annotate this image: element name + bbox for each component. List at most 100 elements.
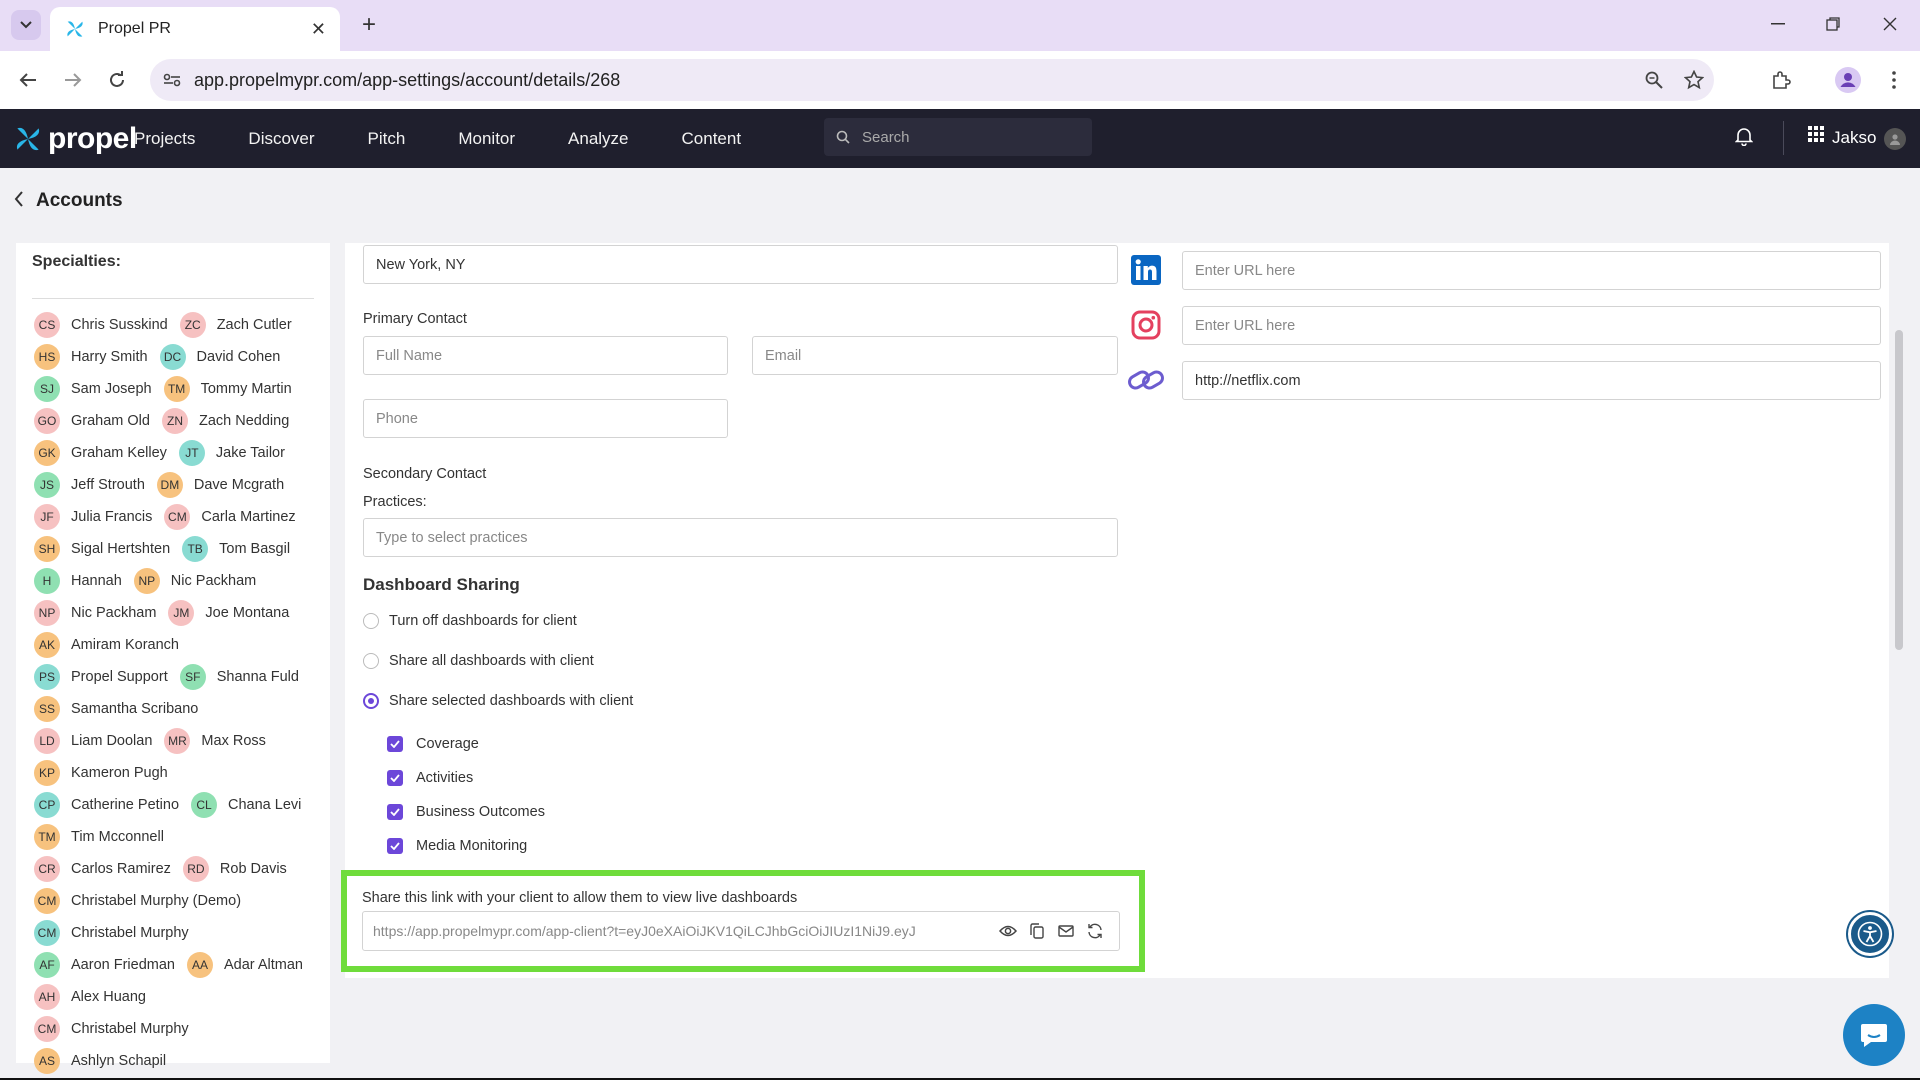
checkbox-media-monitoring[interactable]: Media Monitoring	[387, 838, 527, 854]
nav-content[interactable]: Content	[682, 123, 742, 155]
team-member[interactable]: AF Aaron Friedman	[34, 952, 175, 978]
team-member[interactable]: JT Jake Tailor	[178, 440, 285, 466]
nav-analyze[interactable]: Analyze	[568, 123, 628, 155]
minimize-icon[interactable]	[1758, 8, 1798, 40]
team-member[interactable]: HS Harry Smith	[34, 344, 148, 370]
checkbox-coverage[interactable]: Coverage	[387, 736, 479, 752]
app-search-input[interactable]: Search	[824, 118, 1092, 156]
radio-share-all-dashboards[interactable]: Share all dashboards with client	[363, 653, 594, 669]
team-member[interactable]: MR Max Ross	[164, 728, 266, 754]
team-member[interactable]: DC David Cohen	[159, 344, 280, 370]
team-member[interactable]: TM Tim Mcconnell	[34, 824, 164, 850]
team-member[interactable]: KP Kameron Pugh	[34, 760, 168, 786]
instagram-url-field[interactable]: Enter URL here	[1182, 306, 1881, 345]
propel-logo[interactable]: propel	[12, 122, 137, 156]
back-chevron-icon[interactable]	[14, 190, 24, 212]
team-member[interactable]: AS Ashlyn Schapil	[34, 1048, 166, 1074]
browser-menu-icon[interactable]	[1878, 64, 1910, 96]
checkbox-checked[interactable]	[387, 838, 403, 854]
website-url-field[interactable]: http://netflix.com	[1182, 361, 1881, 400]
team-member[interactable]: CM Christabel Murphy	[34, 1016, 189, 1042]
checkbox-checked[interactable]	[387, 804, 403, 820]
team-member[interactable]: TM Tommy Martin	[163, 376, 292, 402]
checkbox-business-outcomes[interactable]: Business Outcomes	[387, 804, 545, 820]
team-member[interactable]: NP Nic Packham	[133, 568, 256, 594]
checkbox-activities[interactable]: Activities	[387, 770, 473, 786]
bookmark-star-icon[interactable]	[1674, 70, 1714, 90]
team-member[interactable]: CS Chris Susskind	[34, 312, 168, 338]
site-info-icon[interactable]	[150, 73, 194, 87]
radio-turn-off-dashboards[interactable]: Turn off dashboards for client	[363, 613, 577, 629]
new-tab-button[interactable]: +	[354, 10, 384, 40]
radio-button[interactable]	[363, 613, 379, 629]
team-member[interactable]: CM Christabel Murphy	[34, 920, 189, 946]
scrollbar[interactable]	[1895, 330, 1903, 650]
linkedin-url-field[interactable]: Enter URL here	[1182, 251, 1881, 290]
zoom-icon[interactable]	[1634, 71, 1674, 89]
reload-icon[interactable]	[101, 64, 133, 96]
team-member[interactable]: RD Rob Davis	[182, 856, 287, 882]
nav-projects[interactable]: Projects	[134, 123, 195, 155]
team-member[interactable]: CR Carlos Ramirez	[34, 856, 171, 882]
preview-eye-icon[interactable]	[993, 916, 1022, 946]
team-member[interactable]: JS Jeff Strouth	[34, 472, 145, 498]
accessibility-button[interactable]	[1848, 912, 1892, 956]
browser-tab[interactable]: Propel PR ✕	[50, 7, 340, 51]
nav-pitch[interactable]: Pitch	[368, 123, 406, 155]
team-member[interactable]: GO Graham Old	[34, 408, 150, 434]
profile-icon[interactable]	[1832, 64, 1864, 96]
team-member[interactable]: CL Chana Levi	[191, 792, 301, 818]
email-icon[interactable]	[1051, 916, 1080, 946]
tab-search-button[interactable]	[11, 10, 41, 40]
user-avatar-icon[interactable]	[1884, 128, 1906, 150]
team-member[interactable]: JF Julia Francis	[34, 504, 152, 530]
back-arrow-icon[interactable]	[12, 64, 44, 96]
user-name[interactable]: Jakso	[1832, 128, 1876, 148]
restore-icon[interactable]	[1813, 8, 1853, 40]
refresh-icon[interactable]	[1080, 916, 1109, 946]
team-member[interactable]: GK Graham Kelley	[34, 440, 167, 466]
apps-grid-icon[interactable]	[1808, 126, 1824, 147]
forward-arrow-icon[interactable]	[57, 64, 89, 96]
share-link-field[interactable]: https://app.propelmypr.com/app-client?t=…	[362, 911, 1120, 951]
bell-icon[interactable]	[1734, 126, 1754, 151]
team-member[interactable]: JM Joe Montana	[168, 600, 289, 626]
chat-support-button[interactable]	[1843, 1004, 1905, 1066]
checkbox-checked[interactable]	[387, 770, 403, 786]
team-member[interactable]: CM Christabel Murphy (Demo)	[34, 888, 241, 914]
page-title[interactable]: Accounts	[36, 190, 123, 212]
nav-monitor[interactable]: Monitor	[458, 123, 515, 155]
team-member[interactable]: AH Alex Huang	[34, 984, 146, 1010]
radio-button-selected[interactable]	[363, 693, 379, 709]
team-member[interactable]: NP Nic Packham	[34, 600, 156, 626]
copy-icon[interactable]	[1022, 916, 1051, 946]
team-member[interactable]: SH Sigal Hertshten	[34, 536, 170, 562]
radio-share-selected-dashboards[interactable]: Share selected dashboards with client	[363, 693, 633, 709]
team-member[interactable]: CP Catherine Petino	[34, 792, 179, 818]
extensions-icon[interactable]	[1765, 64, 1797, 96]
team-member[interactable]: PS Propel Support	[34, 664, 168, 690]
email-field[interactable]: Email	[752, 336, 1118, 375]
team-member[interactable]: SJ Sam Joseph	[34, 376, 152, 402]
team-member[interactable]: CM Carla Martinez	[164, 504, 296, 530]
team-member[interactable]: TB Tom Basgil	[182, 536, 290, 562]
team-member[interactable]: SS Samantha Scribano	[34, 696, 198, 722]
close-tab-icon[interactable]: ✕	[311, 19, 326, 40]
team-member[interactable]: AK Amiram Koranch	[34, 632, 179, 658]
team-member[interactable]: DM Dave Mcgrath	[156, 472, 284, 498]
team-member[interactable]: ZC Zach Cutler	[179, 312, 292, 338]
checkbox-checked[interactable]	[387, 736, 403, 752]
radio-button[interactable]	[363, 653, 379, 669]
phone-field[interactable]: Phone	[363, 399, 728, 438]
full-name-field[interactable]: Full Name	[363, 336, 728, 375]
team-member[interactable]: H Hannah	[34, 568, 122, 594]
team-member[interactable]: ZN Zach Nedding	[161, 408, 289, 434]
location-field[interactable]: New York, NY	[363, 245, 1118, 284]
url-field[interactable]: app.propelmypr.com/app-settings/account/…	[150, 59, 1714, 101]
team-member[interactable]: LD Liam Doolan	[34, 728, 152, 754]
practices-field[interactable]: Type to select practices	[363, 518, 1118, 557]
team-member[interactable]: SF Shanna Fuld	[179, 664, 299, 690]
team-member[interactable]: AA Adar Altman	[186, 952, 303, 978]
close-window-icon[interactable]	[1870, 8, 1910, 40]
nav-discover[interactable]: Discover	[248, 123, 314, 155]
